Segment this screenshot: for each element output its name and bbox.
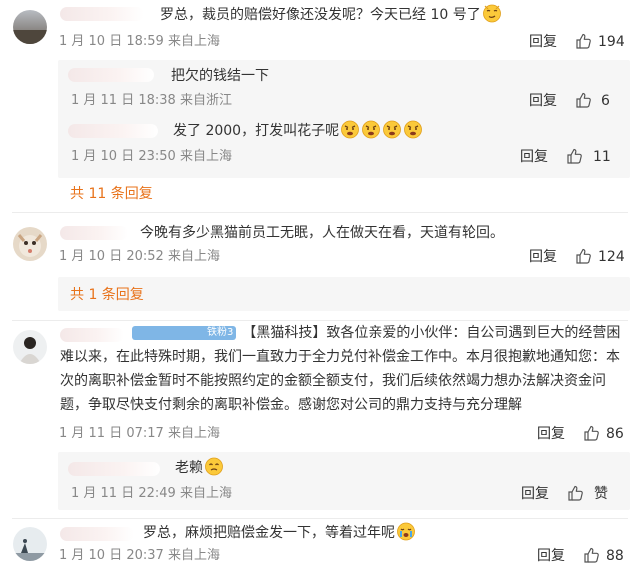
angry-face-emoji [403,119,423,139]
like-count: 124 [598,249,625,265]
reply-text-content: 老赖 [175,460,203,476]
reply-button[interactable]: 回复 [521,485,549,503]
reply-time: 1 月 11 日 22:49 [71,486,176,501]
comment-meta: 1 月 10 日 18:59 来自上海 [59,33,220,51]
more-replies-link[interactable]: 共 1 条回复 [70,286,144,304]
crying-face-emoji [396,521,416,541]
reply-location: 来自浙江 [179,93,232,108]
thumbs-up-icon[interactable] [583,546,601,564]
avatar[interactable] [13,227,47,261]
avatar[interactable] [13,330,47,364]
comment-text: 罗总，裁员的赔偿好像还没发呢？今天已经 10 号了 [160,2,502,29]
comment-text: 罗总，麻烦把赔偿金发一下，等着过年呢 [143,520,416,547]
comment-time: 1 月 10 日 20:37 [59,548,164,563]
reply-button[interactable]: 回复 [529,33,557,51]
comment-time: 1 月 11 日 07:17 [59,426,164,441]
like-count: 194 [598,34,625,50]
like-count: 赞 [594,486,608,502]
thumbs-up-icon[interactable] [567,484,585,502]
avatar[interactable] [13,10,47,44]
reply-button[interactable]: 回复 [537,547,565,565]
reply-text: 把欠的钱结一下 [171,68,269,84]
reply-username-blurred[interactable] [68,462,160,476]
more-replies-link[interactable]: 共 11 条回复 [70,185,153,203]
comment-meta: 1 月 11 日 07:17 来自上海 [59,425,220,443]
angry-face-emoji [340,119,360,139]
angry-face-emoji [382,119,402,139]
like-count: 11 [593,149,611,165]
comment-location: 来自上海 [167,426,220,441]
comment-location: 来自上海 [167,34,220,49]
thumbs-up-icon[interactable] [583,424,601,442]
reply-text-content: 发了 2000，打发叫花子呢 [173,123,340,139]
reply-button[interactable]: 回复 [529,92,557,110]
comment-text: 铁粉3 【黑猫科技】致各位亲爱的小伙伴：自公司遇到巨大的经营困难以来，在此特殊时期… [60,321,632,417]
dizzy-face-emoji [204,456,224,476]
like-count: 6 [601,93,610,109]
comment-meta: 1 月 10 日 20:37 来自上海 [59,547,220,565]
username-blurred[interactable] [60,7,144,21]
username-blurred[interactable] [60,527,134,541]
username-blurred[interactable] [60,226,128,240]
thumbs-up-icon[interactable] [575,247,593,265]
comment-text-content: 罗总，裁员的赔偿好像还没发呢？今天已经 10 号了 [160,7,481,23]
comment-location: 来自上海 [167,249,220,264]
reply-location: 来自上海 [179,486,232,501]
reply-button[interactable]: 回复 [529,248,557,266]
comment-text: 今晚有多少黑猫前员工无眠，人在做天在看，天道有轮回。 [140,225,504,241]
divider [12,518,628,519]
thumbs-up-icon[interactable] [566,147,584,165]
like-count: 88 [606,548,624,564]
reply-time: 1 月 10 日 23:50 [71,149,176,164]
comment-text-content: 罗总，麻烦把赔偿金发一下，等着过年呢 [143,525,395,541]
reply-text: 老赖 [175,455,224,482]
reply-location: 来自上海 [179,149,232,164]
thumbs-up-icon[interactable] [575,32,593,50]
reply-time: 1 月 11 日 18:38 [71,93,176,108]
fan-badge: 铁粉3 [132,326,237,340]
avatar[interactable] [13,527,47,561]
comment-meta: 1 月 10 日 20:52 来自上海 [59,248,220,266]
smirk-face-emoji [482,3,502,23]
reply-username-blurred[interactable] [68,68,154,82]
reply-meta: 1 月 10 日 23:50 来自上海 [71,148,232,166]
divider [12,212,628,213]
reply-button[interactable]: 回复 [537,425,565,443]
reply-text: 发了 2000，打发叫花子呢 [173,118,423,145]
comment-feed: 罗总，裁员的赔偿好像还没发呢？今天已经 10 号了 1 月 10 日 18:59… [0,0,641,577]
thumbs-up-icon[interactable] [575,91,593,109]
reply-button[interactable]: 回复 [520,148,548,166]
reply-meta: 1 月 11 日 18:38 来自浙江 [71,92,232,110]
reply-meta: 1 月 11 日 22:49 来自上海 [71,485,232,503]
comment-time: 1 月 10 日 18:59 [59,34,164,49]
reply-username-blurred[interactable] [68,124,158,138]
comment-time: 1 月 10 日 20:52 [59,249,164,264]
like-count: 86 [606,426,624,442]
comment-location: 来自上海 [167,548,220,563]
angry-face-emoji [361,119,381,139]
